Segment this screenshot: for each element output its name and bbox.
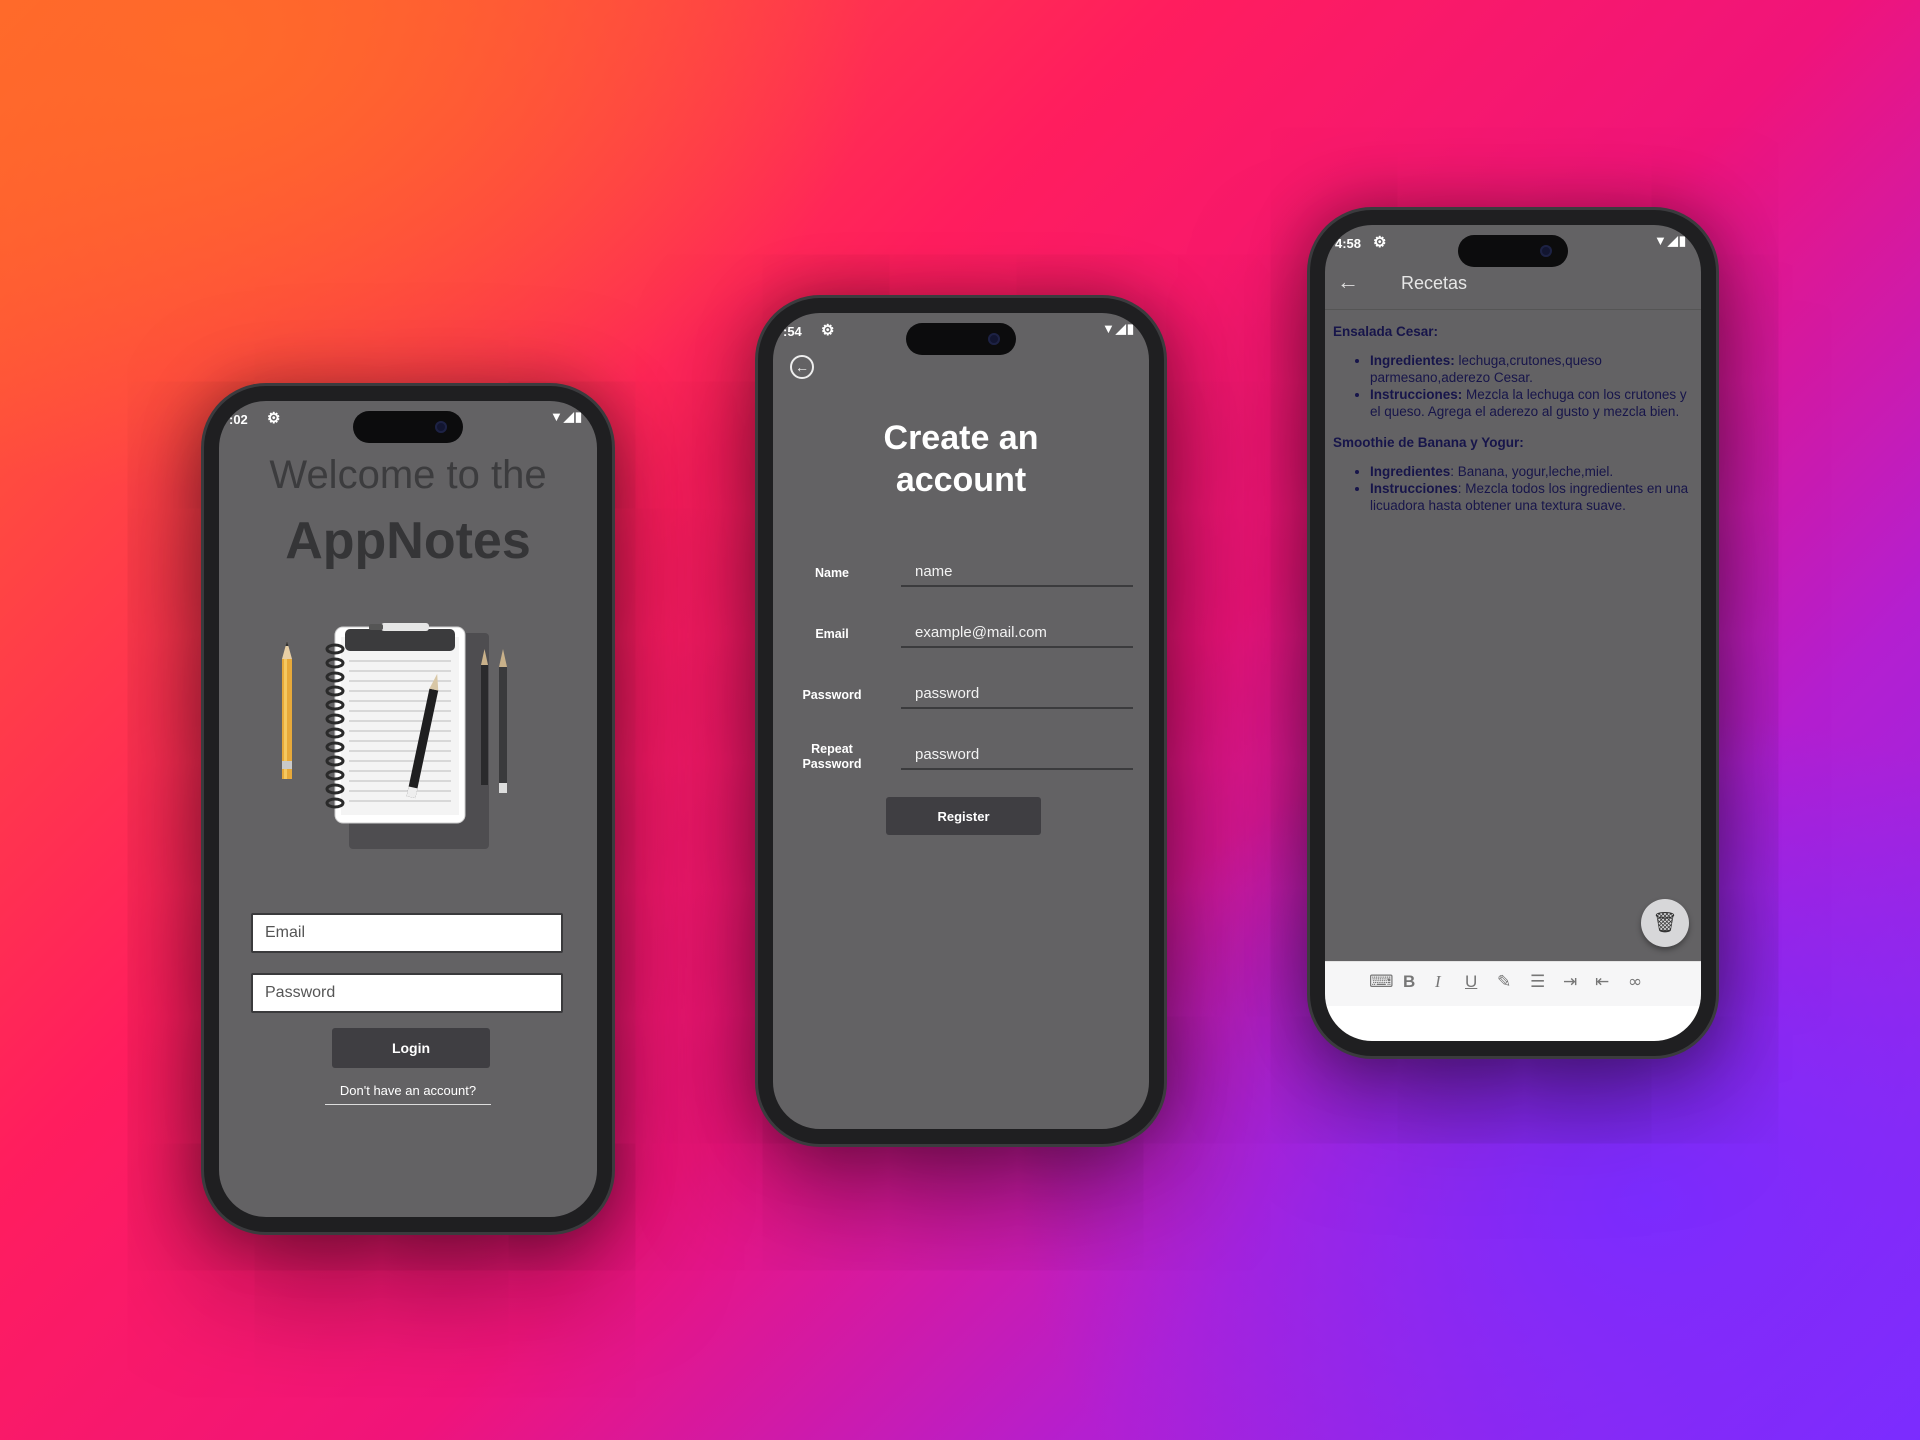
status-bar: :54 ⚙ ▼◢▮ [783,319,1135,343]
login-button[interactable]: Login [332,1028,490,1068]
repeat-password-label: Repeat Password [802,742,862,771]
settings-icon: ⚙ [1373,234,1387,251]
email-field[interactable] [901,618,1133,648]
email-input[interactable] [251,913,563,953]
screen-bottom [1325,1005,1701,1041]
recipe-list: Ingredientes: lechuga,crutones,queso par… [1333,352,1693,420]
password-label: Password [802,688,862,702]
note-content[interactable]: Ensalada Cesar: Ingredientes: lechuga,cr… [1333,323,1693,528]
password-input[interactable] [251,973,563,1013]
ingredients-label: Ingredientes: [1370,353,1455,368]
page-title: Create an account [883,419,1039,499]
keyboard-icon[interactable]: ⌨ [1369,972,1394,992]
bullet-list-icon[interactable]: ☰ [1530,972,1545,992]
recipe-heading: Ensalada Cesar: [1333,324,1439,339]
italic-icon[interactable]: I [1435,972,1441,992]
register-phone: :54 ⚙ ▼◢▮ ← Create an account Name Email… [758,298,1164,1144]
app-bar: ← Recetas [1325,261,1701,310]
note-title: Recetas [1401,273,1468,293]
wifi-battery-icon: ▼◢▮ [1653,233,1687,248]
back-arrow-icon[interactable]: ← [790,355,814,379]
ingredients-label: Ingredientes [1370,464,1451,479]
login-phone: :02 ⚙ ▼◢▮ Welcome to the AppNotes Email … [204,386,612,1232]
list-item: Ingredientes: lechuga,crutones,queso par… [1370,352,1693,386]
back-arrow-icon[interactable]: ← [1337,269,1359,295]
trash-icon[interactable]: 🗑 [1641,899,1689,947]
status-time: :02 [229,412,248,427]
note-phone: 4:58 ⚙ ▼◢▮ ← Recetas Ensalada Cesar: Ing… [1310,210,1716,1056]
wifi-battery-icon: ▼◢▮ [1101,321,1135,336]
status-bar: 4:58 ⚙ ▼◢▮ [1335,231,1687,255]
instructions-label: Instrucciones [1370,481,1458,496]
notebook-icon [325,623,466,824]
app-title: AppNotes [285,512,531,570]
status-time: 4:58 [1335,236,1362,251]
underline-icon[interactable]: U [1465,972,1477,992]
indent-icon[interactable]: ⇥ [1563,972,1577,992]
pencils-right-icon [481,649,507,793]
list-item: Ingredientes: Banana, yogur,leche,miel. [1370,463,1693,480]
instructions-label: Instrucciones: [1370,387,1463,402]
outdent-icon[interactable]: ⇤ [1595,972,1609,992]
repeat-password-field[interactable] [901,740,1133,770]
email-label: Email [815,627,849,641]
format-toolbar: ⌨ B I U ✎ ☰ ⇥ ⇤ ∞ [1325,961,1701,1006]
list-item: Instrucciones: Mezcla todos los ingredie… [1370,480,1693,514]
settings-icon: ⚙ [267,410,281,427]
name-field[interactable] [901,557,1133,587]
link-icon[interactable]: ∞ [1628,972,1642,992]
signup-link[interactable]: Don't have an account? [325,1083,491,1105]
list-item: Instrucciones: Mezcla la lechuga con los… [1370,386,1693,420]
wifi-battery-icon: ▼◢▮ [549,409,583,424]
settings-icon: ⚙ [821,322,835,339]
recipe-list: Ingredientes: Banana, yogur,leche,miel. … [1333,463,1693,514]
welcome-text: Welcome to the [269,453,547,497]
clear-format-icon[interactable]: ✎ [1497,972,1511,992]
password-field[interactable] [901,679,1133,709]
name-label: Name [814,566,850,580]
notebook-illustration [282,623,507,849]
yellow-pencil-icon [282,641,292,779]
ingredients-text: : Banana, yogur,leche,miel. [1450,464,1614,479]
register-button[interactable]: Register [886,797,1041,835]
status-bar: :02 ⚙ ▼◢▮ [229,407,583,431]
status-time: :54 [783,324,802,339]
recipe-heading: Smoothie de Banana y Yogur: [1333,435,1524,450]
bold-icon[interactable]: B [1403,972,1415,992]
